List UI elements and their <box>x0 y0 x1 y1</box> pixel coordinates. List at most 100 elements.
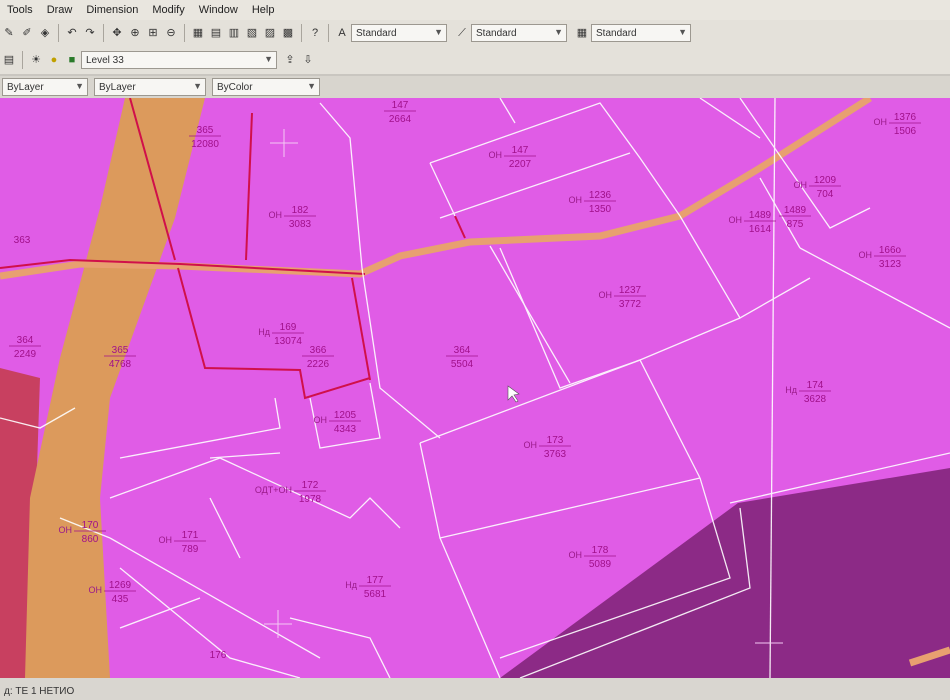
parcel-id: 1489 <box>749 210 772 221</box>
help-icon[interactable]: ? <box>308 26 322 40</box>
parcel-id: 1236 <box>589 190 612 201</box>
layer-previous-icon[interactable]: ⇩ <box>301 53 315 67</box>
parcel-id: 171 <box>182 530 199 541</box>
parcel-area: 3772 <box>619 299 642 310</box>
chevron-down-icon: ▼ <box>434 27 443 37</box>
dim-style-select[interactable]: Standard ▼ <box>471 24 567 42</box>
parcel-area: 860 <box>82 534 99 545</box>
brush-icon[interactable]: ✐ <box>20 26 34 40</box>
parcel-zone-code: ОН <box>569 195 583 205</box>
chevron-down-icon: ▼ <box>193 81 202 91</box>
parcel-id: 177 <box>367 575 384 586</box>
menu-help[interactable]: Help <box>245 4 282 16</box>
parcel-area: 1350 <box>589 204 612 215</box>
pan-icon[interactable]: ✥ <box>110 26 124 40</box>
menu-bar: Tools Draw Dimension Modify Window Help <box>0 0 950 20</box>
parcel-area: 3083 <box>289 219 312 230</box>
toolbar-divider <box>22 51 23 69</box>
layer-on-icon: ☀ <box>31 54 41 66</box>
zoom-previous-icon[interactable]: ⊖ <box>164 26 178 40</box>
properties-icon[interactable]: ▦ <box>191 26 205 40</box>
parcel-area: 12080 <box>191 139 219 150</box>
match-properties-icon[interactable]: ✎ <box>2 26 16 40</box>
parcel-id: 178 <box>592 545 609 556</box>
toolbar-divider <box>103 24 104 42</box>
layer-select[interactable]: Level 33 ▼ <box>81 51 277 69</box>
parcel-zone-code: ОН <box>269 210 283 220</box>
toolbar-divider <box>184 24 185 42</box>
undo-icon[interactable]: ↶ <box>65 26 79 40</box>
text-style-select[interactable]: Standard ▼ <box>351 24 447 42</box>
parcel-zone-code: ОН <box>524 440 538 450</box>
parcel-area: 2664 <box>389 114 412 125</box>
layer-manager-icon[interactable]: ▤ <box>2 53 16 67</box>
chevron-down-icon: ▼ <box>75 81 84 91</box>
parcel-area: 3628 <box>804 394 827 405</box>
parcel-id: 365 <box>197 125 214 136</box>
parcel-id: 174 <box>807 380 824 391</box>
toolbar-divider <box>301 24 302 42</box>
table-style-select[interactable]: Standard ▼ <box>591 24 691 42</box>
toolbar-divider <box>58 24 59 42</box>
parcel-id: 366 <box>310 345 327 356</box>
parcel-id: 166o <box>879 245 902 256</box>
parcel-id: 364 <box>454 345 471 356</box>
parcel-zone-code: ОН <box>874 117 888 127</box>
paint-icon[interactable]: ◈ <box>38 26 52 40</box>
parcel-id: 169 <box>280 322 297 333</box>
zoom-realtime-icon[interactable]: ⊕ <box>128 26 142 40</box>
chevron-down-icon: ▼ <box>554 27 563 37</box>
parcel-zone-code: ОН <box>794 180 808 190</box>
parcel-area: 704 <box>817 189 834 200</box>
parcel-id: 173 <box>547 435 564 446</box>
parcel-area: 5089 <box>589 559 612 570</box>
menu-dimension[interactable]: Dimension <box>79 4 145 16</box>
calculator-icon[interactable]: ▩ <box>281 26 295 40</box>
drawing-canvas[interactable]: 147 2664 ОН 147 2207 ОН 1236 1350 ОН 182 3083 365 12… <box>0 98 950 678</box>
parcel-id: 364 <box>17 335 34 346</box>
markup-icon[interactable]: ▨ <box>263 26 277 40</box>
menu-draw[interactable]: Draw <box>40 4 80 16</box>
chevron-down-icon: ▼ <box>307 81 316 91</box>
menu-tools[interactable]: Tools <box>0 4 40 16</box>
menu-modify[interactable]: Modify <box>145 4 191 16</box>
make-current-icon[interactable]: ⇪ <box>283 53 297 67</box>
linetype-select-value: ByLayer <box>99 81 136 93</box>
properties-toolbar: ByLayer ▼ ByLayer ▼ ByColor ▼ <box>0 76 950 98</box>
menu-window[interactable]: Window <box>192 4 245 16</box>
tool-palettes-icon[interactable]: ▥ <box>227 26 241 40</box>
redo-icon[interactable]: ↷ <box>83 26 97 40</box>
parcel-area: 789 <box>182 544 199 555</box>
parcel-area: 4343 <box>334 424 357 435</box>
parcel-area: 2249 <box>14 349 37 360</box>
parcel-id: 147 <box>392 100 409 111</box>
zoom-window-icon[interactable]: ⊞ <box>146 26 160 40</box>
design-center-icon[interactable]: ▤ <box>209 26 223 40</box>
layers-toolbar: ▤ ☀ ● ■ Level 33 ▼ ⇪ ⇩ <box>0 46 950 74</box>
parcel-id: 363 <box>14 235 31 246</box>
linetype-select[interactable]: ByLayer ▼ <box>94 78 206 96</box>
parcel-id: 1489 <box>784 205 807 216</box>
lineweight-select[interactable]: ByColor ▼ <box>212 78 320 96</box>
parcel-zone-code: ОН <box>489 150 503 160</box>
parcel-area: 5504 <box>451 359 474 370</box>
parcel-label: 363 <box>14 235 31 246</box>
parcel-id: 1269 <box>109 580 132 591</box>
color-select[interactable]: ByLayer ▼ <box>2 78 88 96</box>
sheet-set-icon[interactable]: ▧ <box>245 26 259 40</box>
parcel-zone-code: ОН <box>314 415 328 425</box>
parcel-area: 4768 <box>109 359 132 370</box>
toolbar-divider <box>328 24 329 42</box>
parcel-id: 172 <box>302 480 319 491</box>
layer-freeze-icon: ● <box>50 54 58 66</box>
parcel-id: 1376 <box>894 112 917 123</box>
parcel-id: 1237 <box>619 285 642 296</box>
layer-select-value: Level 33 <box>86 54 124 66</box>
parcel-zone-code: Нд <box>785 385 797 395</box>
command-line[interactable]: д: ТЕ 1 НЕТИО <box>0 678 950 700</box>
parcel-zone-code: ОН <box>89 585 103 595</box>
chevron-down-icon: ▼ <box>264 54 273 64</box>
parcel-area: 1614 <box>749 224 772 235</box>
parcel-label: 176 <box>210 650 227 661</box>
parcel-area: 2207 <box>509 159 532 170</box>
